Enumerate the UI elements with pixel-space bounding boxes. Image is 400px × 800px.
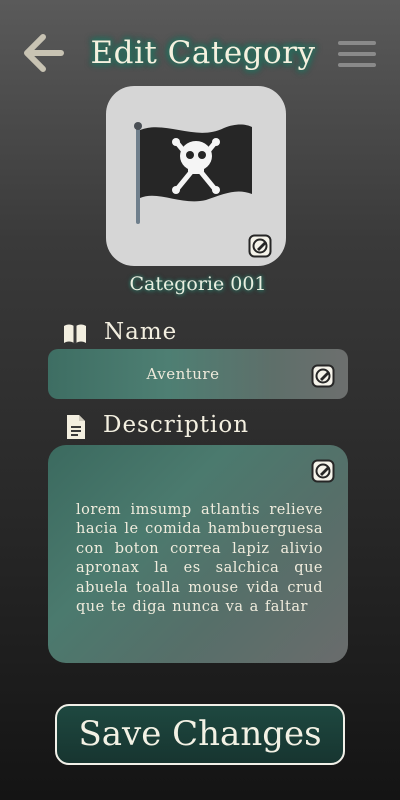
page-title: Edit Category	[90, 35, 316, 71]
back-button[interactable]	[20, 30, 66, 76]
description-label: Description	[103, 412, 250, 438]
hamburger-menu-icon	[338, 41, 376, 45]
category-label: Categorie 001	[129, 273, 267, 295]
hamburger-menu-icon-line	[338, 63, 376, 67]
edit-icon	[311, 459, 335, 483]
edit-icon	[311, 364, 335, 388]
edit-icon	[248, 234, 272, 258]
name-label: Name	[104, 319, 178, 345]
hamburger-menu-icon-line	[338, 52, 376, 56]
edit-name-button[interactable]	[311, 364, 335, 388]
menu-button[interactable]	[334, 34, 380, 74]
description-value[interactable]: lorem imsump atlantis relieve hacia le c…	[76, 501, 323, 617]
name-value[interactable]: Aventure	[48, 349, 288, 399]
edit-description-button[interactable]	[311, 459, 335, 483]
document-icon	[65, 413, 87, 441]
edit-image-button[interactable]	[248, 234, 272, 258]
arrow-left-icon	[24, 34, 64, 72]
book-open-icon	[62, 322, 88, 346]
save-changes-button[interactable]: Save Changes	[55, 704, 345, 765]
